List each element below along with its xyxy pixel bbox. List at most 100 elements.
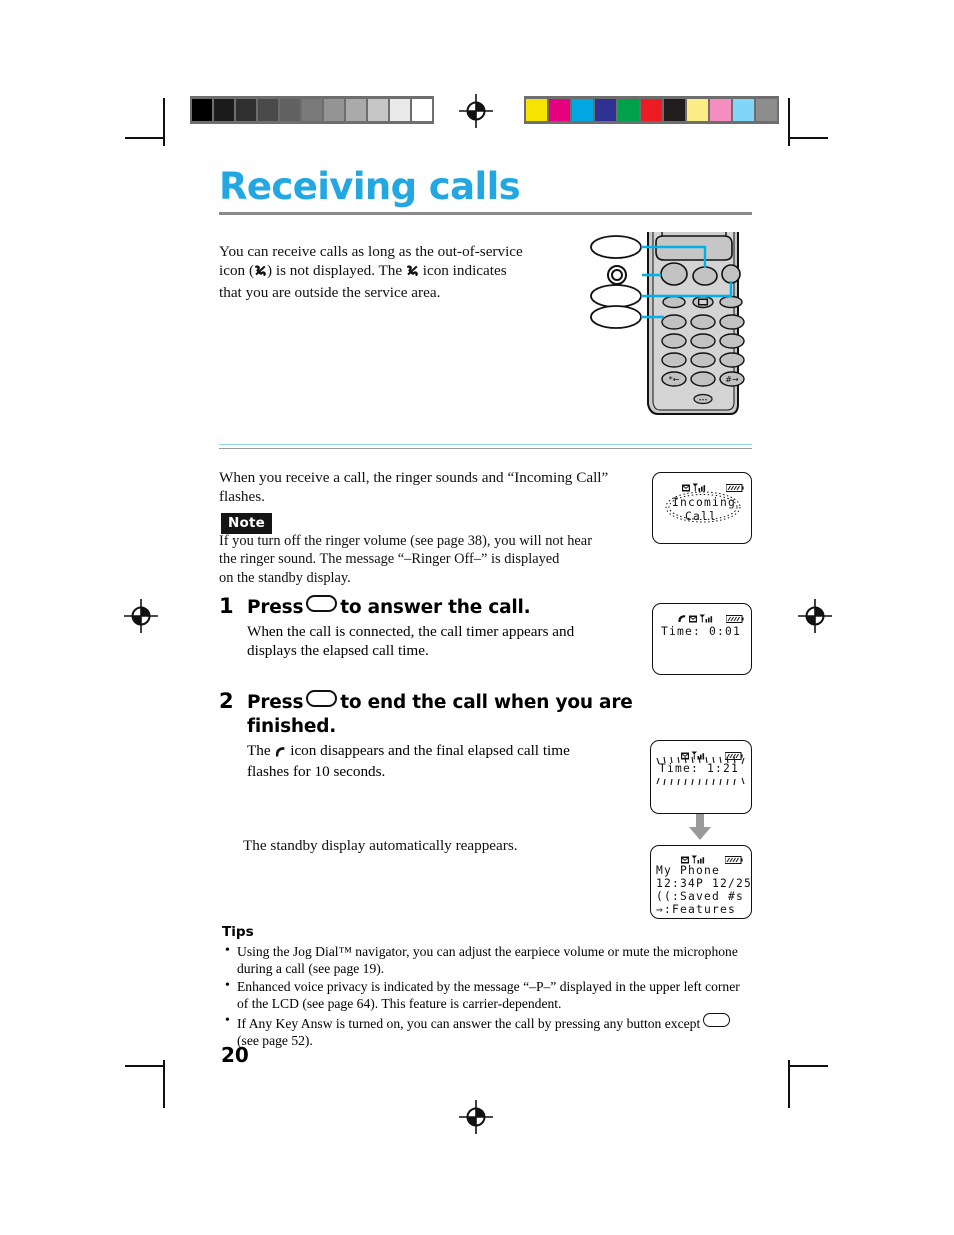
step-2-desc-pre: The xyxy=(247,742,271,759)
color-patch-10 xyxy=(756,99,777,121)
crop-mark-bottom-left-v xyxy=(163,1060,165,1108)
step-2-heading-line-2: finished. xyxy=(247,716,337,737)
intro-line-3: that you are outside the service area. xyxy=(219,283,441,301)
transition-arrow-icon xyxy=(686,814,714,847)
registration-mark-bottom xyxy=(459,1100,493,1134)
phone-illustration: *← #→ ••• xyxy=(590,219,765,437)
color-patch-4 xyxy=(618,99,639,121)
color-patch-3 xyxy=(595,99,616,121)
lcd-call-timer-end: Time: 1:21 xyxy=(650,740,752,814)
registration-mark-right xyxy=(798,599,832,633)
crop-mark-top-left-h xyxy=(125,137,163,139)
step-1-heading: Press to answer the call. xyxy=(247,595,647,620)
intro-line-1: You can receive calls as long as the out… xyxy=(219,243,523,260)
ringer-line-1: When you receive a call, the ringer soun… xyxy=(219,469,609,486)
note-line-1: If you turn off the ringer volume (see p… xyxy=(219,533,592,549)
color-patch-1 xyxy=(549,99,570,121)
intro-paragraph: You can receive calls as long as the out… xyxy=(219,242,569,302)
tips-list: Using the Jog Dial™ navigator, you can a… xyxy=(222,942,782,1049)
color-patch-0 xyxy=(526,99,547,121)
lcd-timer-end-value: 1:21 xyxy=(707,762,740,775)
step-2-heading: Press to end the call when you are finish… xyxy=(247,690,647,739)
step-2-heading-post: to end the call when you are xyxy=(340,692,633,713)
svg-text:*←: *← xyxy=(669,375,680,384)
grayscale-patch-1 xyxy=(214,99,234,121)
step-1-description: When the call is connected, the call tim… xyxy=(247,622,647,661)
grayscale-patch-10 xyxy=(412,99,432,121)
color-patch-6 xyxy=(664,99,685,121)
step-2-desc-post: icon disappears and the final elapsed ca… xyxy=(290,742,570,759)
grayscale-patch-9 xyxy=(390,99,410,121)
grayscale-patch-0 xyxy=(192,99,212,121)
step-2-desc-line-2: flashes for 10 seconds. xyxy=(247,763,386,781)
note-line-3: on the standby display. xyxy=(219,569,351,586)
grayscale-patch-6 xyxy=(324,99,344,121)
list-item: Using the Jog Dial™ navigator, you can a… xyxy=(225,942,782,977)
ringer-paragraph: When you receive a call, the ringer soun… xyxy=(219,468,639,507)
crop-mark-bottom-left-h xyxy=(125,1065,163,1067)
crop-mark-bottom-right-v xyxy=(788,1060,790,1108)
section-divider-blue xyxy=(219,444,752,445)
title-underline xyxy=(219,212,752,215)
grayscale-patch-3 xyxy=(258,99,278,121)
intro-line-2-post: icon indicates xyxy=(418,262,507,280)
crop-mark-top-right-h xyxy=(790,137,828,139)
tips-section: Tips Using the Jog Dial™ navigator, you … xyxy=(222,924,782,1050)
intro-line-2-mid: ) is not displayed. The xyxy=(267,262,406,280)
end-button-glyph xyxy=(306,690,338,707)
out-of-service-icon xyxy=(254,263,267,282)
step-1-desc-line-2: displays the elapsed call time. xyxy=(247,642,429,660)
grayscale-patch-2 xyxy=(236,99,256,121)
lcd-incoming-call: Incoming Call xyxy=(652,472,752,544)
lcd-standby-line-1: My Phone xyxy=(656,864,721,877)
battery-icon-4 xyxy=(724,851,743,869)
step-1-heading-post: to answer the call. xyxy=(340,597,531,618)
grayscale-patch-8 xyxy=(368,99,388,121)
color-patch-5 xyxy=(641,99,662,121)
step-1-desc-line-1: When the call is connected, the call tim… xyxy=(247,623,575,640)
svg-text:#→: #→ xyxy=(725,375,739,384)
registration-mark-top xyxy=(459,94,493,128)
list-item: If Any Key Answ is turned on, you can an… xyxy=(225,1012,782,1049)
step-2-heading-pre: Press xyxy=(247,692,304,713)
grayscale-patch-5 xyxy=(302,99,322,121)
features-arrow-icon: ⇒ xyxy=(656,903,665,916)
ringer-line-2: flashes. xyxy=(219,488,265,506)
step-1-number: 1 xyxy=(219,594,234,618)
section-divider xyxy=(219,448,752,449)
note-text: If you turn off the ringer volume (see p… xyxy=(219,532,619,587)
lcd-timer-label: Time: xyxy=(661,625,702,638)
tip-1-line-2: during a call (see page 19). xyxy=(237,961,385,977)
grayscale-patch-4 xyxy=(280,99,300,121)
color-patch-8 xyxy=(710,99,731,121)
note-line-2: the ringer sound. The message “–Ringer O… xyxy=(219,551,560,568)
lcd-standby-line-4: ⇒:Features xyxy=(656,903,736,916)
step-2-number: 2 xyxy=(219,689,234,713)
lcd-standby-line-3: ((:Saved #s xyxy=(656,890,744,903)
page-title: Receiving calls xyxy=(219,165,521,208)
step-1-heading-pre: Press xyxy=(247,597,304,618)
registration-mark-left xyxy=(124,599,158,633)
talk-button-glyph-tip xyxy=(703,1013,731,1028)
tip-2-line-2: of the LCD (see page 64). This feature i… xyxy=(237,996,562,1012)
lcd-incoming-line-1: Incoming xyxy=(672,496,737,509)
lcd-timer-value: 0:01 xyxy=(709,625,742,638)
color-patch-9 xyxy=(733,99,754,121)
list-item: Enhanced voice privacy is indicated by t… xyxy=(225,977,782,1012)
svg-text:•••: ••• xyxy=(699,398,708,404)
lcd-standby-line-3-text: :Saved #s xyxy=(672,890,745,903)
intro-line-2: icon ( ) is not displayed. The icon indic… xyxy=(219,261,569,282)
intro-line-2-pre: icon ( xyxy=(219,262,255,280)
lcd-timer-end-label: Time: xyxy=(659,762,700,775)
lcd-incoming-line-2: Call xyxy=(685,510,718,523)
talk-button-glyph xyxy=(306,595,338,612)
lcd-call-timer-start: Time: 0:01 xyxy=(652,603,752,675)
lcd-standby-display: My Phone 12:34P 12/25 ((:Saved #s ⇒:Feat… xyxy=(650,845,752,919)
color-patch-7 xyxy=(687,99,708,121)
lcd-standby-line-4-text: :Features xyxy=(664,903,737,916)
tip-3-line-1: If Any Key Answ is turned on, you can an… xyxy=(237,1016,701,1032)
color-patch-2 xyxy=(572,99,593,121)
crop-mark-top-left-v xyxy=(163,98,165,146)
saved-numbers-icon: (( xyxy=(656,890,673,903)
grayscale-patch-7 xyxy=(346,99,366,121)
